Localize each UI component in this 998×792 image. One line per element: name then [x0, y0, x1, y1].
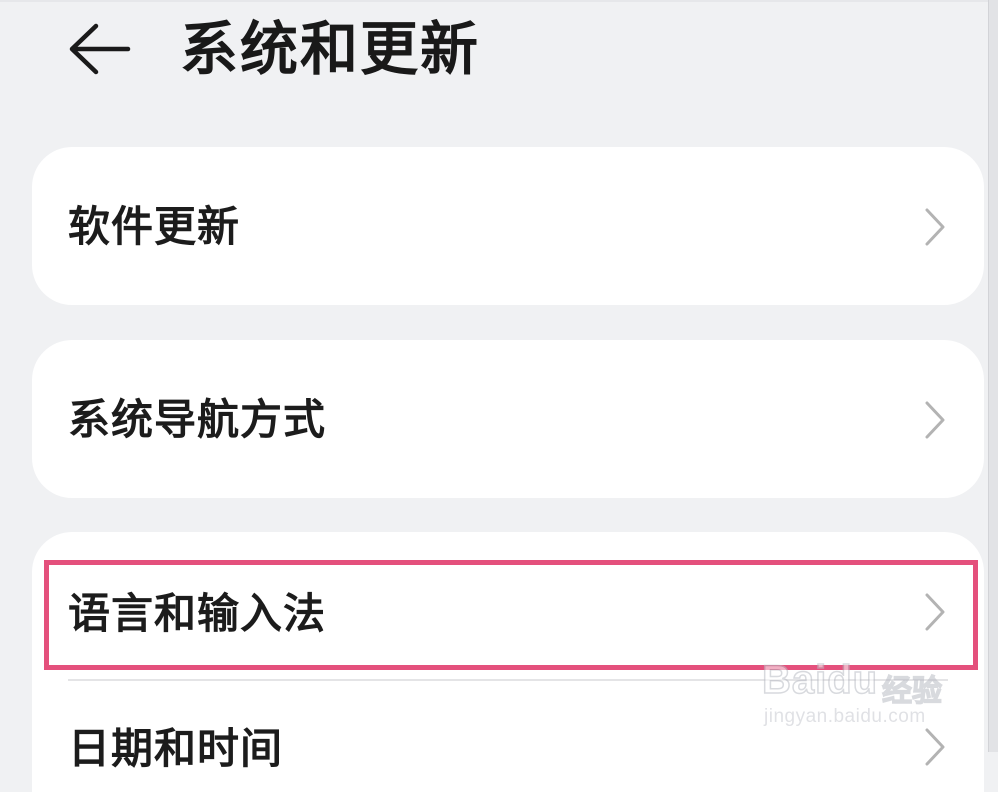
settings-card-software-update: 软件更新: [32, 147, 984, 305]
page-title: 系统和更新: [180, 15, 481, 83]
chevron-right-icon: [924, 207, 946, 247]
menu-item-label: 日期和时间: [68, 724, 284, 773]
frame-edge: [988, 0, 998, 752]
menu-item-label: 系统导航方式: [68, 395, 327, 444]
back-arrow-icon[interactable]: [66, 22, 132, 76]
watermark-brand: Baidu: [761, 657, 879, 703]
menu-item-label: 语言和输入法: [68, 589, 327, 638]
chevron-right-icon: [924, 592, 946, 632]
baidu-jingyan-watermark: Baidu 经验 jingyan.baidu.com: [761, 644, 982, 734]
watermark-jingyan: 经验: [881, 673, 942, 709]
chevron-right-icon: [924, 400, 946, 440]
menu-item-label: 软件更新: [68, 202, 241, 251]
menu-item-software-update[interactable]: 软件更新: [32, 147, 984, 305]
watermark-url: jingyan.baidu.com: [764, 706, 926, 727]
app-header: 系统和更新: [0, 0, 998, 100]
settings-card-navigation: 系统导航方式: [32, 340, 984, 498]
menu-item-system-navigation[interactable]: 系统导航方式: [32, 340, 984, 498]
